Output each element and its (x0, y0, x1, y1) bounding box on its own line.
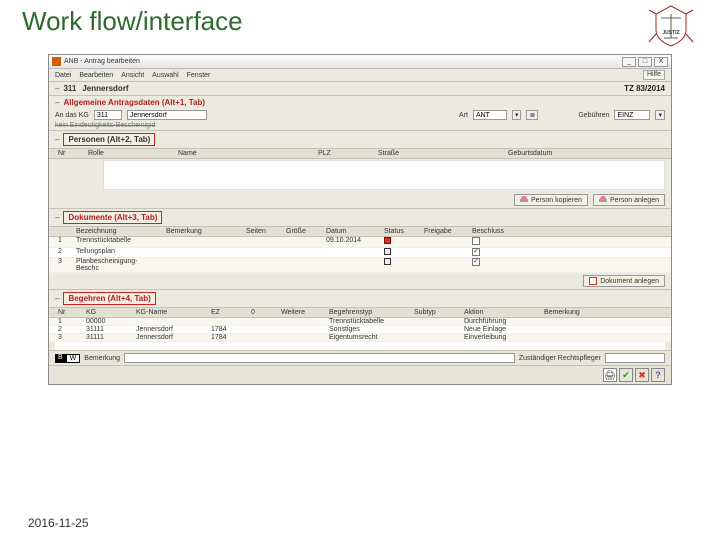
menu-datei[interactable]: Datei (55, 72, 71, 79)
window-title: ANB - Antrag bearbeiten (64, 58, 622, 65)
col-geburt: Geburtsdatum (505, 150, 665, 157)
dokument-row[interactable]: 3Planbescheinigung-Beschc✓ (49, 258, 671, 273)
col-name: Name (175, 150, 315, 157)
app-icon (52, 57, 61, 66)
menu-auswahl[interactable]: Auswahl (152, 72, 178, 79)
dokumente-table-head: Bezeichnung Bemerkung Seiten Größe Datum… (49, 226, 671, 237)
section-personen-header[interactable]: – Personen (Alt+2, Tab) (49, 130, 671, 148)
bemerkung-input[interactable] (124, 353, 515, 363)
input-kg-code[interactable] (94, 110, 122, 120)
bottom-bar: BW Bemerkung Zuständiger Rechtspfleger (49, 350, 671, 365)
header-bar: – 311 Jennersdorf TZ 83/2014 (49, 82, 671, 96)
menu-ansicht[interactable]: Ansicht (121, 72, 144, 79)
user-copy-icon (520, 196, 528, 204)
personen-table-head: Nr Rolle Name PLZ Straße Geburtsdatum (49, 148, 671, 159)
label-art: Art (459, 112, 468, 119)
header-code: 311 (63, 84, 76, 93)
section-begehren-title: Begehren (Alt+4, Tab) (63, 292, 155, 305)
app-window: ANB - Antrag bearbeiten _ □ X Datei Bear… (48, 54, 672, 385)
user-add-icon (599, 196, 607, 204)
begehren-row[interactable]: 231111Jennersdorf1784SonstigesNeue Einla… (49, 326, 671, 334)
menu-fenster[interactable]: Fenster (187, 72, 211, 79)
begehren-row[interactable]: 100000TrennstücktabelleDurchführung (49, 318, 671, 326)
input-gebuehren[interactable] (614, 110, 650, 120)
footer-date: 2016-11-25 (28, 516, 89, 530)
col-rolle: Rolle (85, 150, 175, 157)
label-gebuehren: Gebühren (578, 112, 609, 119)
label-an-kg: An das KG (55, 112, 89, 119)
header-ort: Jennersdorf (82, 84, 128, 93)
col-nr: Nr (55, 150, 85, 157)
section-begehren-header[interactable]: – Begehren (Alt+4, Tab) (49, 289, 671, 307)
cancel-button[interactable]: ✖ (635, 368, 649, 382)
slide-title: Work flow/interface (22, 6, 243, 37)
dokument-row[interactable]: 1Trennstücktabelle09.10.2014 (49, 237, 671, 248)
window-titlebar: ANB - Antrag bearbeiten _ □ X (49, 55, 671, 69)
list-art-icon[interactable]: ≣ (526, 110, 538, 120)
col-plz: PLZ (315, 150, 375, 157)
dokument-row[interactable]: 2Teilungsplan✓ (49, 248, 671, 258)
ok-button[interactable]: ✔ (619, 368, 633, 382)
dokument-anlegen-button[interactable]: Dokument anlegen (583, 275, 665, 287)
minimize-button[interactable]: _ (622, 57, 636, 67)
col-strasse: Straße (375, 150, 505, 157)
section-dokumente-title: Dokumente (Alt+3, Tab) (63, 211, 162, 224)
justiz-logo: JUSTIZ (646, 4, 696, 48)
tz-label: TZ (624, 84, 634, 93)
person-kopieren-button[interactable]: Person kopieren (514, 194, 588, 206)
dropdown-gebuehren-icon[interactable]: ▾ (655, 110, 665, 120)
close-button[interactable]: X (654, 57, 668, 67)
menu-help[interactable]: Hilfe (643, 70, 665, 80)
document-add-icon (589, 277, 597, 285)
input-kg-name[interactable] (127, 110, 207, 120)
zustaendiger-label: Zuständiger Rechtspfleger (519, 355, 601, 362)
dropdown-art-icon[interactable]: ▾ (512, 110, 522, 120)
antrag-strike-text: kein Eindeutigkeits-Bescheinigid (55, 122, 155, 129)
maximize-button[interactable]: □ (638, 57, 652, 67)
personen-empty-grid[interactable] (103, 160, 665, 190)
input-art[interactable] (473, 110, 507, 120)
bemerkung-label: Bemerkung (84, 355, 120, 362)
action-toolbar: 🖨 ✔ ✖ ? (49, 365, 671, 384)
tz-value: 83/2014 (636, 84, 665, 93)
begehren-table-head: Nr KG KG-Name EZ 0 Weitere Begehrenstyp … (49, 307, 671, 318)
menu-bearbeiten[interactable]: Bearbeiten (79, 72, 113, 79)
section-antrag-title: Allgemeine Antragsdaten (Alt+1, Tab) (63, 98, 205, 107)
bw-toggle[interactable]: BW (55, 354, 80, 363)
help-button[interactable]: ? (651, 368, 665, 382)
zustaendiger-input[interactable] (605, 353, 665, 363)
svg-text:JUSTIZ: JUSTIZ (662, 30, 679, 36)
person-anlegen-button[interactable]: Person anlegen (593, 194, 665, 206)
section-personen-title: Personen (Alt+2, Tab) (63, 133, 155, 146)
menubar: Datei Bearbeiten Ansicht Auswahl Fenster… (49, 69, 671, 82)
print-button[interactable]: 🖨 (603, 368, 617, 382)
section-antrag-header[interactable]: – Allgemeine Antragsdaten (Alt+1, Tab) (49, 96, 671, 109)
section-dokumente-header[interactable]: – Dokumente (Alt+3, Tab) (49, 208, 671, 226)
begehren-row[interactable]: 331111Jennersdorf1784EigentumsrechtEinve… (49, 334, 671, 342)
